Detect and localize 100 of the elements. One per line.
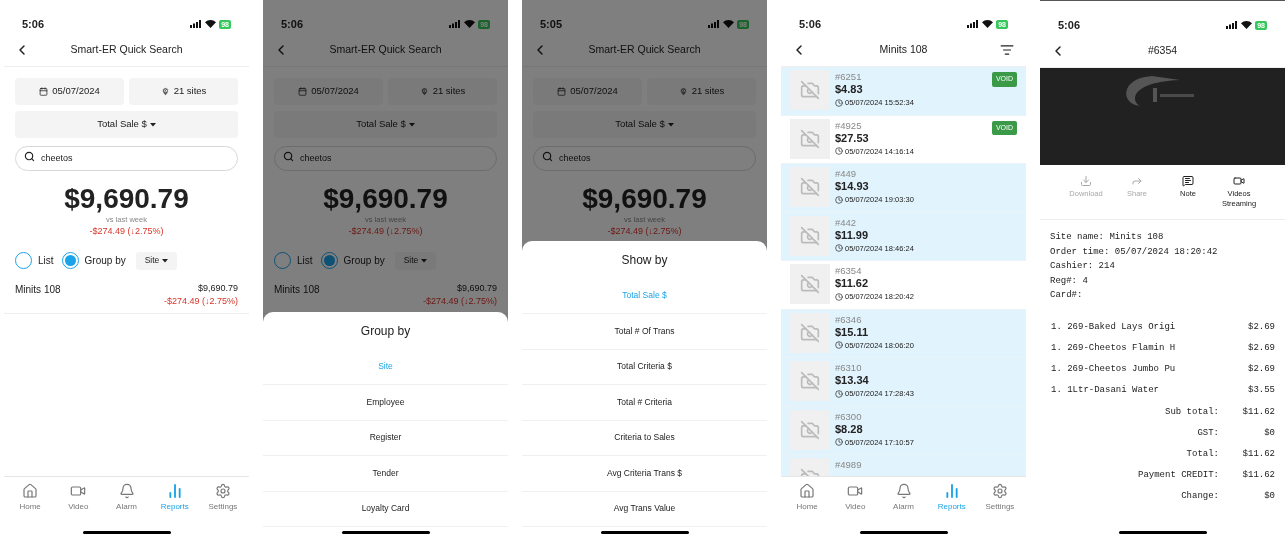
tab-bar-item[interactable]: Settings (975, 483, 1024, 513)
transaction-number: #442 (835, 215, 858, 229)
group-dropdown[interactable]: Site (394, 251, 437, 270)
date-button[interactable]: 05/07/2024 (274, 78, 383, 105)
note-icon (1182, 175, 1194, 187)
receipt-info-line: Site name: Minits 108 (1050, 231, 1165, 244)
tab-bar-item[interactable]: Video (831, 483, 880, 513)
bar-chart-icon (166, 483, 183, 499)
calendar-icon (39, 87, 49, 96)
sites-button[interactable]: 21 sites (647, 78, 756, 105)
receipt-item: 1. 269-Baked Lays Origi (1051, 320, 1176, 334)
screen-title: Minits 108 (878, 41, 929, 57)
wifi-icon (464, 20, 476, 28)
radio-option[interactable]: Group by (61, 252, 126, 269)
site-name: Minits 108 (15, 282, 61, 297)
search-field[interactable]: cheetos (533, 145, 756, 171)
total-label: Total: (1185, 447, 1219, 461)
bell-icon (895, 483, 912, 499)
tab-bar-item[interactable]: Video (54, 483, 103, 513)
date-button[interactable]: 05/07/2024 (533, 78, 642, 105)
caret-down-icon (162, 258, 169, 263)
sales-change: -$274.49 (↓2.75%) (88, 224, 165, 238)
sheet-title: Group by (359, 322, 412, 340)
transaction-number: #6300 (835, 409, 863, 423)
tab-bar-item[interactable]: Home (783, 483, 832, 513)
total-label: GST: (1196, 426, 1219, 440)
sheet-title: Show by (620, 251, 669, 269)
sheet-option[interactable]: Register (263, 420, 508, 456)
transaction-amount: $11.62 (835, 277, 870, 290)
caret-down-icon (149, 122, 156, 127)
screen-title: Smart-ER Quick Search (69, 41, 184, 57)
sort-icon (1000, 42, 1014, 57)
sheet-option[interactable]: Tender (263, 456, 508, 492)
site-total: $9,690.79 (197, 281, 238, 295)
site-total: $9,690.79 (456, 281, 497, 295)
sort-button[interactable] (1000, 42, 1016, 57)
tab-bar-item[interactable]: Settings (198, 483, 247, 513)
sheet-option[interactable]: Total # Criteria (522, 385, 767, 421)
metric-dropdown[interactable]: Total Sale $ (274, 111, 497, 138)
search-field[interactable]: cheetos (15, 145, 238, 171)
sheet-option[interactable]: Loyalty Card (263, 491, 508, 527)
search-icon (24, 151, 35, 162)
sheet-option[interactable]: Avg Trans Value (522, 491, 767, 527)
metric-dropdown[interactable]: Total Sale $ (533, 111, 756, 138)
total-value: $11.62 (1241, 405, 1275, 419)
share-arrow-icon (1131, 175, 1143, 187)
tab-bar-item[interactable]: Alarm (879, 483, 928, 513)
radio-option[interactable]: Group by (320, 252, 385, 269)
search-icon (542, 151, 553, 162)
wifi-icon (723, 20, 735, 28)
clock-icon (835, 195, 843, 204)
calendar-icon (557, 87, 567, 96)
sheet-option[interactable]: Total # Of Trans (522, 314, 767, 350)
transaction-amount: $8.28 (835, 422, 864, 436)
radio-option[interactable]: List (15, 252, 54, 269)
sheet-option[interactable]: Total Criteria $ (522, 349, 767, 385)
item-price: $2.69 (1248, 362, 1275, 376)
sales-change: -$274.49 (↓2.75%) (606, 224, 683, 238)
sales-total: $9,690.79 (581, 182, 708, 215)
screen-title: #6354 (1146, 42, 1179, 58)
receipt-info-line: Card#: (1050, 289, 1084, 302)
item-price: $2.69 (1248, 320, 1275, 334)
signal-icon (1226, 21, 1239, 29)
search-icon (283, 151, 294, 162)
total-value: $0 (1263, 489, 1275, 503)
search-field[interactable]: cheetos (274, 145, 497, 171)
wifi-icon (982, 20, 994, 28)
wifi-icon (1241, 21, 1253, 29)
sites-button[interactable]: 21 sites (388, 78, 497, 105)
item-price: $2.69 (1248, 341, 1275, 355)
sales-total: $9,690.79 (322, 182, 449, 215)
date-button[interactable]: 05/07/2024 (15, 78, 124, 105)
location-pin-icon (160, 87, 170, 96)
receipt-item: 1. 269-Cheetos Jumbo Pu (1051, 362, 1176, 376)
sheet-option[interactable]: Criteria to Sales (522, 420, 767, 456)
gear-icon (991, 483, 1008, 499)
signal-icon (190, 20, 203, 28)
caret-down-icon (667, 122, 674, 127)
sites-button[interactable]: 21 sites (129, 78, 238, 105)
radio-option[interactable]: List (274, 252, 313, 269)
sheet-option[interactable]: Avg Criteria Trans $ (522, 456, 767, 492)
status-time: 5:05 (540, 16, 563, 32)
clock-icon (835, 244, 843, 252)
video-camera-icon (847, 483, 864, 499)
group-dropdown[interactable]: Site (135, 251, 178, 270)
video-camera-icon (70, 483, 87, 499)
signal-icon (449, 20, 462, 28)
home-icon (799, 483, 816, 499)
location-pin-icon (419, 87, 429, 96)
tab-bar-item[interactable]: Home (6, 483, 55, 513)
bar-chart-icon (943, 483, 960, 499)
total-label: Payment CREDIT: (1137, 468, 1219, 482)
transaction-amount: $4.83 (835, 83, 864, 96)
transaction-number: #6354 (835, 264, 863, 277)
tab-bar-item[interactable]: Alarm (102, 483, 151, 513)
metric-dropdown[interactable]: Total Sale $ (15, 111, 238, 138)
receipt-info-line: Order time: 05/07/2024 18:20:42 (1050, 245, 1219, 259)
status-time: 5:06 (22, 16, 45, 32)
sheet-option[interactable]: Employee (263, 385, 508, 421)
status-time: 5:06 (1058, 17, 1081, 33)
